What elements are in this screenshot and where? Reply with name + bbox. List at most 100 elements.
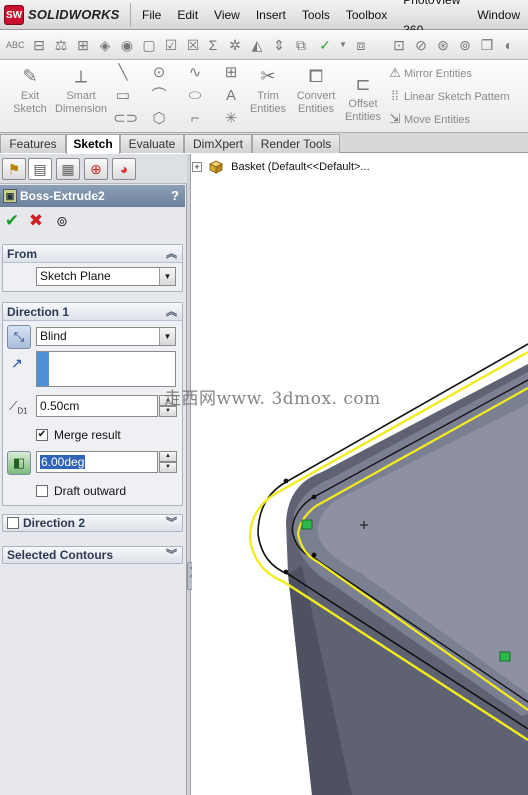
costing-icon[interactable]: ⊡ (390, 36, 408, 54)
menu-window[interactable]: Window (469, 0, 528, 30)
spinner-up-icon[interactable]: ▲ (159, 451, 177, 462)
tab-dimxpert[interactable]: DimXpert (184, 134, 252, 153)
property-manager-panel: ⚑ ▤ ▦ ⊕ ◕ ▣ Boss-Extrude2 ? ✔ ✖ ⊚ From ︽… (0, 154, 187, 795)
deviation-analysis-icon[interactable]: ⧈ (352, 36, 370, 54)
smart-dimension-button[interactable]: ⟂ Smart Dimension (54, 64, 108, 116)
trim-entities-button[interactable]: ✂ Trim Entities (246, 64, 290, 116)
import-diagnostics-icon[interactable]: ☒ (184, 36, 202, 54)
direction1-group: Direction 1 ︽ ⤡ Blind ▼ ↗ ⟋D1 0.50cm ▲ ▼… (2, 302, 183, 506)
tab-evaluate[interactable]: Evaluate (120, 134, 184, 153)
merge-result-checkbox[interactable]: ✔ Merge result (36, 427, 121, 443)
chevron-up-icon[interactable]: ︽ (166, 303, 177, 321)
panel-splitter[interactable] (187, 154, 191, 795)
draft-angle-spinner: ▲ ▼ (159, 451, 177, 473)
merge-result-label: Merge result (54, 428, 121, 442)
sketch-check-icon[interactable]: ✓ (316, 36, 334, 54)
draft-outward-checkbox[interactable]: Draft outward (36, 483, 126, 499)
depth-input[interactable]: 0.50cm ▲ ▼ (36, 395, 177, 417)
draft-analysis-icon[interactable]: ◭ (248, 36, 266, 54)
linear-pattern-button[interactable]: ⁞⁞ Linear Sketch Pattern (386, 87, 509, 105)
grid-icon[interactable]: ⊞ (221, 64, 241, 82)
ok-button[interactable]: ✔ (2, 212, 22, 230)
chevron-down-icon[interactable]: ▼ (159, 328, 175, 345)
tab-render-tools[interactable]: Render Tools (252, 134, 340, 153)
command-manager-tabs: Features Sketch Evaluate DimXpert Render… (0, 133, 528, 154)
toolbox-icon[interactable]: ◐ (500, 36, 518, 54)
sketch-point[interactable] (311, 552, 317, 558)
line-icon[interactable]: ╲ (113, 64, 133, 82)
direction2-group[interactable]: Direction 2 ︾ (2, 514, 183, 532)
parting-line-icon[interactable]: ⧉ (292, 36, 310, 54)
fillet-icon[interactable]: ⌐ (185, 110, 205, 128)
convert-entities-button[interactable]: ⧠ Convert Entities (292, 64, 340, 116)
menu-toolbox[interactable]: Toolbox (338, 0, 395, 30)
dimxpert-manager-tab-icon[interactable]: ⊕ (84, 158, 108, 180)
direction2-checkbox[interactable] (7, 515, 21, 531)
start-condition-select[interactable]: Sketch Plane ▼ (36, 267, 176, 286)
geometry-analysis-icon[interactable]: ☑ (162, 36, 180, 54)
design-checker-icon[interactable]: ⊛ (434, 36, 452, 54)
preview-button[interactable]: ⊚ (52, 212, 72, 230)
chevron-down-icon[interactable]: ▼ (159, 268, 175, 285)
menu-insert[interactable]: Insert (248, 0, 294, 30)
move-entities-button[interactable]: ⇲ Move Entities (386, 110, 470, 128)
point-icon[interactable]: ✳ (221, 110, 241, 128)
property-manager-tab-icon[interactable]: ▤ (28, 158, 52, 180)
sensor-icon[interactable]: ◈ (96, 36, 114, 54)
menu-view[interactable]: View (206, 0, 248, 30)
arc-icon[interactable]: ⌒ (149, 87, 169, 105)
check-icon[interactable]: ▢ (140, 36, 158, 54)
selected-contours-group[interactable]: Selected Contours ︾ (2, 546, 183, 564)
draft-on-off-icon[interactable]: ◧ (7, 451, 31, 475)
coincident-relation-icon[interactable] (499, 651, 511, 662)
offset-entities-button[interactable]: ⊏ Offset Entities (342, 72, 384, 124)
menu-edit[interactable]: Edit (169, 0, 206, 30)
feature-manager-tab-icon[interactable]: ⚑ (2, 158, 26, 180)
exit-sketch-button[interactable]: ✎ Exit Sketch (8, 64, 52, 116)
equations-icon[interactable]: Σ (204, 36, 222, 54)
end-condition-select[interactable]: Blind ▼ (36, 327, 176, 346)
undercut-icon[interactable]: ⇕ (270, 36, 288, 54)
copy-settings-icon[interactable]: ❐ (478, 36, 496, 54)
mirror-entities-button[interactable]: ⚠ Mirror Entities (386, 64, 472, 82)
text-icon[interactable]: A (221, 87, 241, 105)
slot-icon[interactable]: ⊂⊃ (113, 110, 138, 128)
reverse-direction-icon[interactable]: ⤡ (7, 325, 31, 349)
menu-tools[interactable]: Tools (294, 0, 338, 30)
tab-sketch[interactable]: Sketch (66, 134, 120, 154)
direction1-group-header[interactable]: Direction 1 ︽ (3, 303, 182, 321)
polygon-icon[interactable]: ⬡ (149, 110, 169, 128)
rectangle-icon[interactable]: ▭ (113, 87, 133, 105)
sketch-point[interactable] (283, 478, 289, 484)
sketch-point[interactable] (311, 494, 317, 500)
tab-features[interactable]: Features (0, 134, 66, 153)
display-manager-tab-icon[interactable]: ◕ (112, 158, 136, 180)
circle-icon[interactable]: ⊙ (149, 64, 169, 82)
chevron-down-icon[interactable]: ▼ (334, 36, 352, 54)
sketch-point[interactable] (283, 569, 289, 575)
ellipse-icon[interactable]: ⬭ (185, 87, 205, 105)
spelling-icon[interactable]: ABC (6, 36, 25, 54)
cancel-button[interactable]: ✖ (26, 212, 46, 230)
measure-icon[interactable]: ⊟ (30, 36, 48, 54)
spinner-down-icon[interactable]: ▼ (159, 462, 177, 473)
chevron-down-double-icon[interactable]: ︾ (166, 515, 177, 531)
from-group-header[interactable]: From ︽ (3, 245, 182, 263)
direction-selection-box[interactable] (36, 351, 176, 387)
help-button[interactable]: ? (171, 185, 179, 207)
chevron-down-double-icon[interactable]: ︾ (166, 547, 177, 563)
coincident-relation-icon[interactable] (301, 519, 313, 530)
solidworks-logo[interactable]: SW SOLIDWORKS (4, 4, 128, 26)
menu-file[interactable]: File (134, 0, 169, 30)
graphics-area[interactable]: + Basket (Default<<Default>... (192, 154, 528, 795)
draft-angle-input[interactable]: 6.00deg ▲ ▼ (36, 451, 177, 473)
mass-properties-icon[interactable]: ⚖ (52, 36, 70, 54)
configuration-manager-tab-icon[interactable]: ▦ (56, 158, 80, 180)
compare-icon[interactable]: ⊚ (456, 36, 474, 54)
section-properties-icon[interactable]: ⊞ (74, 36, 92, 54)
spline-icon[interactable]: ∿ (185, 64, 205, 82)
statistics-icon[interactable]: ◉ (118, 36, 136, 54)
simulation-icon[interactable]: ⊘ (412, 36, 430, 54)
chevron-up-icon[interactable]: ︽ (166, 245, 177, 263)
curvature-icon[interactable]: ✲ (226, 36, 244, 54)
